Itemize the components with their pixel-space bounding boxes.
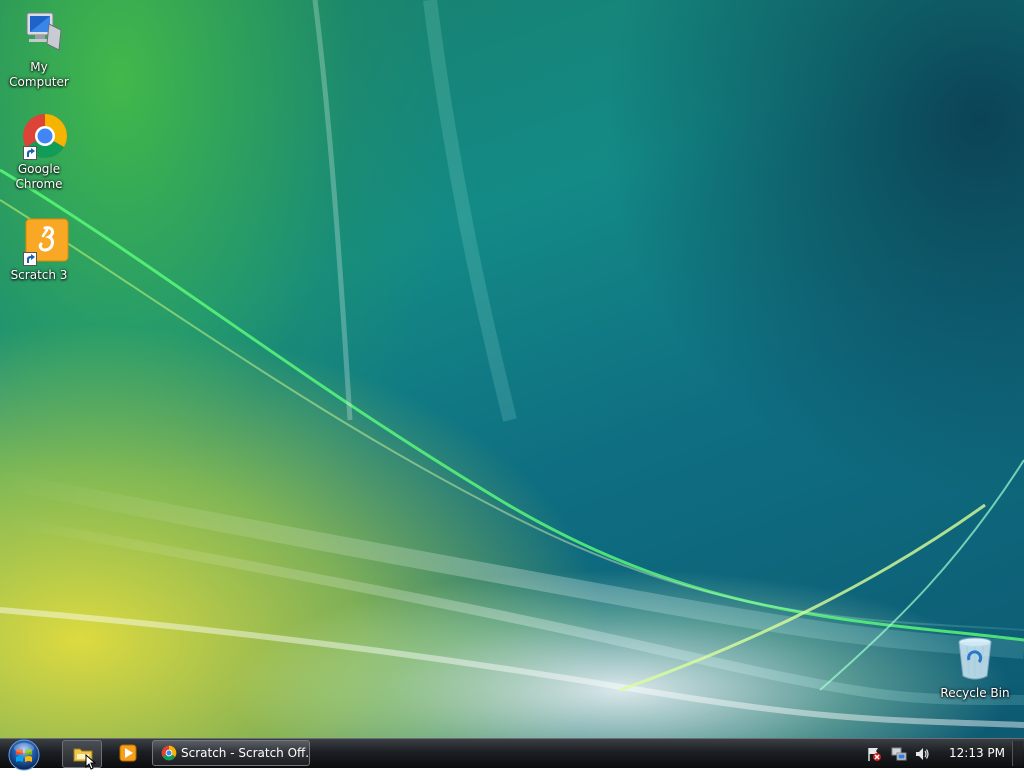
my-computer-icon bbox=[15, 10, 63, 58]
scratch-icon bbox=[9, 218, 69, 266]
shortcut-arrow-icon bbox=[23, 146, 37, 160]
desktop-icon-label: My Computer bbox=[9, 60, 69, 89]
show-desktop-button[interactable] bbox=[1012, 741, 1023, 766]
chrome-icon bbox=[161, 745, 177, 761]
desktop-icon-google-chrome[interactable]: Google Chrome bbox=[0, 112, 78, 192]
chrome-icon bbox=[9, 112, 69, 160]
desktop-icon-label: Scratch 3 bbox=[10, 268, 68, 282]
desktop-icon-recycle-bin[interactable]: Recycle Bin bbox=[936, 636, 1014, 701]
desktop-icon-my-computer[interactable]: My Computer bbox=[0, 10, 78, 90]
volume-icon[interactable] bbox=[914, 746, 930, 762]
desktop-icon-label: Recycle Bin bbox=[940, 686, 1010, 700]
taskbar-button-label: Scratch - Scratch Off... bbox=[181, 746, 310, 760]
windows-start-orb bbox=[8, 739, 40, 771]
taskbar: Scratch - Scratch Off... 12:13 PM bbox=[0, 738, 1024, 771]
start-button[interactable] bbox=[4, 738, 44, 772]
taskbar-clock[interactable]: 12:13 PM bbox=[949, 739, 1005, 768]
media-player-icon bbox=[119, 744, 137, 762]
desktop-background: My Computer Google Chrome Scratch 3 Recy… bbox=[0, 0, 1024, 738]
taskbar-button-chrome-window[interactable]: Scratch - Scratch Off... bbox=[152, 740, 310, 766]
quick-launch-file-explorer[interactable] bbox=[62, 740, 102, 770]
desktop-icon-label: Google Chrome bbox=[15, 162, 63, 191]
quick-launch-media-player[interactable] bbox=[116, 742, 140, 764]
network-icon[interactable] bbox=[891, 746, 907, 762]
action-center-flag-icon[interactable] bbox=[866, 746, 882, 762]
desktop-icon-scratch-3[interactable]: Scratch 3 bbox=[0, 218, 78, 283]
shortcut-arrow-icon bbox=[23, 252, 37, 266]
wallpaper-streaks bbox=[0, 0, 1024, 728]
recycle-bin-icon bbox=[951, 636, 999, 684]
